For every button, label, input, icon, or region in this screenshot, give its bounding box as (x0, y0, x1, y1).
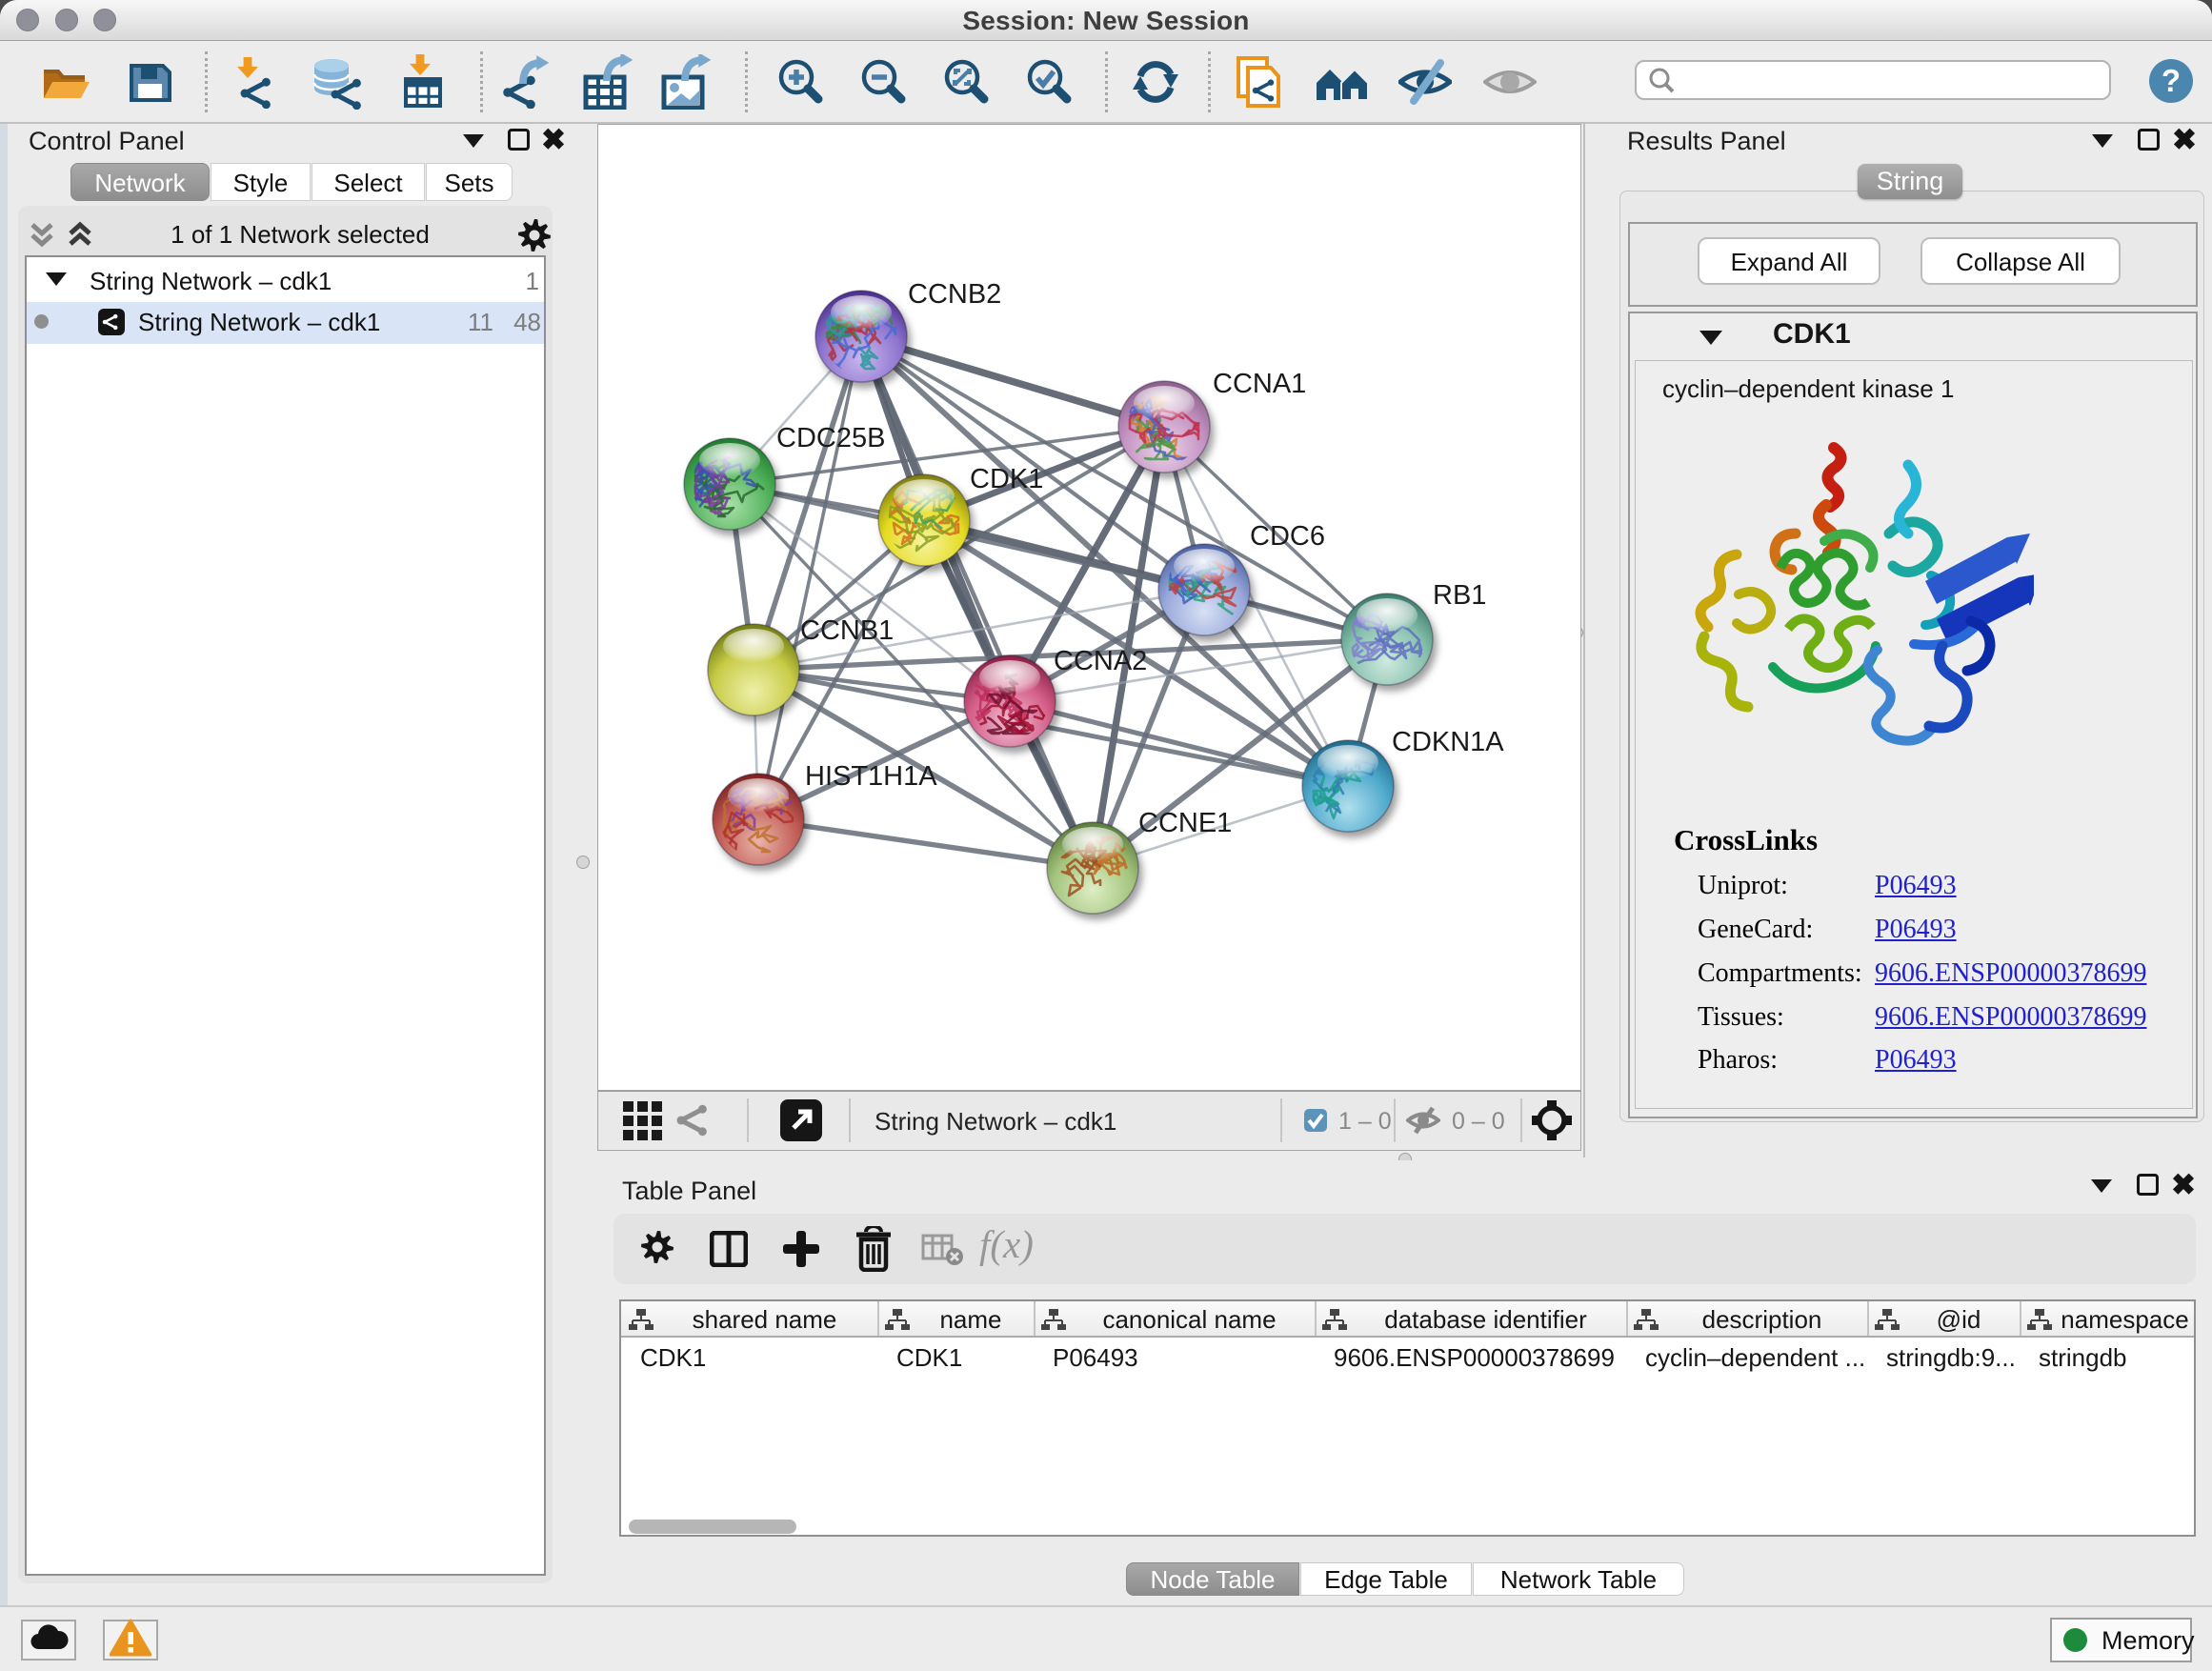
svg-text:HIST1H1A: HIST1H1A (805, 761, 937, 792)
svg-text:CCNE1: CCNE1 (1138, 808, 1232, 838)
svg-text:RB1: RB1 (1433, 580, 1486, 611)
svg-text:CCNA1: CCNA1 (1213, 369, 1306, 399)
svg-text:CCNA2: CCNA2 (1054, 646, 1147, 676)
svg-text:CDKN1A: CDKN1A (1392, 727, 1504, 757)
svg-text:CCNB2: CCNB2 (908, 279, 1001, 310)
svg-text:CCNB1: CCNB1 (800, 615, 894, 646)
svg-text:CDC6: CDC6 (1250, 521, 1325, 552)
svg-text:CDC25B: CDC25B (776, 423, 885, 453)
svg-text:?: ? (2162, 63, 2181, 98)
svg-text:CDK1: CDK1 (970, 464, 1043, 494)
